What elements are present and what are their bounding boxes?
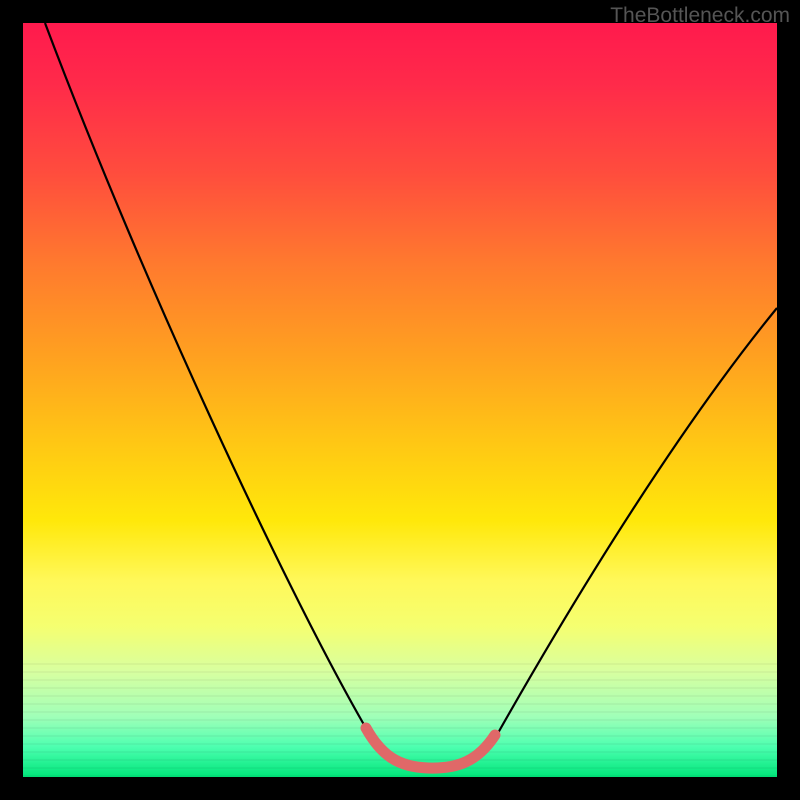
bottleneck-curve (45, 23, 777, 768)
highlight-minimum-segment (366, 728, 495, 768)
watermark-text: TheBottleneck.com (610, 4, 790, 28)
chart-plot-area (23, 23, 777, 777)
curve-svg (23, 23, 777, 777)
